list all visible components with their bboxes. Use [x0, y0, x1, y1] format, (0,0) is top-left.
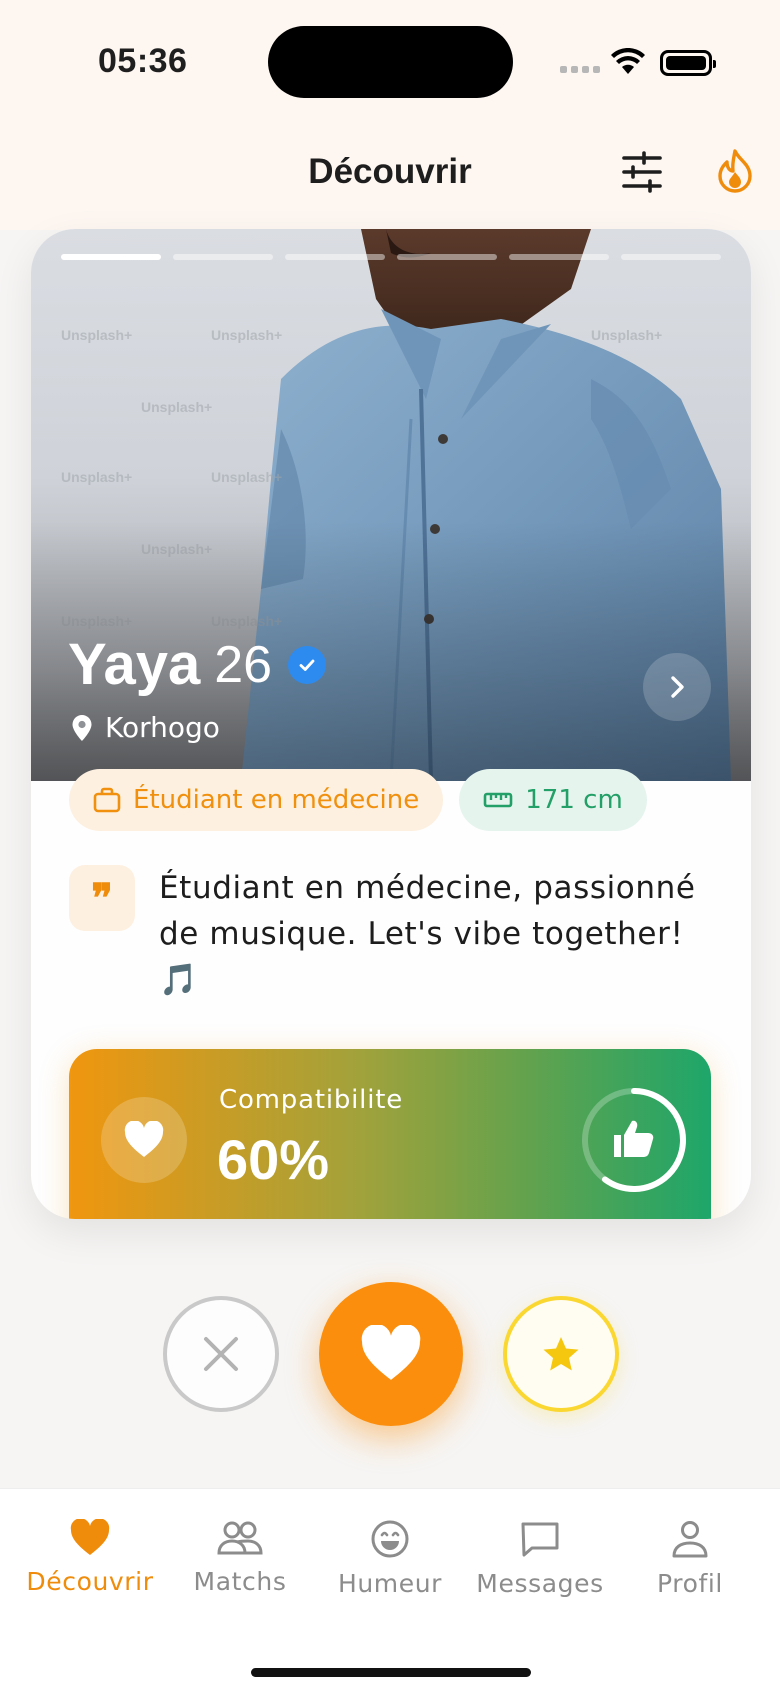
photo-progress-segment: [621, 254, 721, 260]
status-bar: 05:36: [0, 0, 780, 120]
heart-icon: [70, 1519, 110, 1555]
next-photo-button[interactable]: [643, 653, 711, 721]
profile-location: Korhogo: [71, 711, 220, 744]
job-text: Étudiant en médecine: [133, 785, 420, 815]
nav-label-profile: Profil: [657, 1569, 723, 1598]
nav-item-matches[interactable]: Matchs: [165, 1519, 315, 1596]
photo-progress-segment: [173, 254, 273, 260]
compatibility-ring: [582, 1088, 686, 1192]
profile-name-row: Yaya 26: [68, 631, 327, 698]
app-header: Découvrir: [0, 120, 780, 230]
quote-icon: ❞: [69, 865, 135, 931]
compatibility-value: 60%: [217, 1128, 330, 1191]
nav-label-matches: Matchs: [193, 1567, 287, 1596]
watermark-text: Unsplash+: [211, 327, 283, 343]
nav-item-discover[interactable]: Découvrir: [15, 1519, 165, 1596]
nav-item-mood[interactable]: Humeur: [315, 1519, 465, 1598]
briefcase-icon: [93, 787, 121, 813]
nav-item-profile[interactable]: Profil: [615, 1519, 765, 1598]
filter-sliders-icon[interactable]: [620, 150, 664, 194]
bottom-navigation: Découvrir Matchs Humeur Messages Profil: [0, 1488, 780, 1695]
dislike-button[interactable]: [163, 1296, 279, 1412]
ruler-icon: [483, 792, 513, 808]
watermark-text: Unsplash+: [61, 469, 133, 485]
profile-photo[interactable]: Unsplash+ Unsplash+ Unsplash+ Unsplash+ …: [31, 229, 751, 781]
nav-item-messages[interactable]: Messages: [465, 1519, 615, 1598]
photo-progress: [61, 254, 721, 260]
watermark-text: Unsplash+: [591, 327, 663, 343]
profile-bio: ❞ Étudiant en médecine, passionné de mus…: [69, 865, 719, 1003]
like-button[interactable]: [319, 1282, 463, 1426]
photo-progress-segment: [509, 254, 609, 260]
swipe-actions: [0, 1280, 780, 1440]
chevron-right-icon: [671, 676, 684, 698]
person-icon: [672, 1521, 708, 1558]
photo-progress-segment: [397, 254, 497, 260]
star-icon: [543, 1337, 579, 1371]
photo-progress-segment: [61, 254, 161, 260]
nav-label-messages: Messages: [476, 1569, 604, 1598]
dynamic-island: [268, 26, 513, 98]
height-chip: 171 cm: [459, 769, 647, 831]
flame-icon[interactable]: [712, 148, 758, 194]
nav-label-mood: Humeur: [337, 1569, 443, 1598]
close-icon: [204, 1337, 238, 1371]
profile-age: 26: [214, 635, 273, 694]
home-indicator: [251, 1668, 531, 1677]
smiley-icon: [371, 1520, 409, 1558]
watermark-text: Unsplash+: [61, 327, 133, 343]
location-text: Korhogo: [105, 711, 220, 744]
super-like-button[interactable]: [503, 1296, 619, 1412]
status-time: 05:36: [98, 42, 188, 80]
chat-icon: [521, 1522, 559, 1557]
bio-text: Étudiant en médecine, passionné de musiq…: [159, 870, 696, 998]
photo-progress-segment: [285, 254, 385, 260]
profile-chips: Étudiant en médecine 171 cm: [69, 769, 647, 831]
battery-icon: [660, 50, 716, 76]
nav-label-discover: Découvrir: [26, 1567, 154, 1596]
compatibility-label: Compatibilite: [219, 1085, 404, 1115]
heart-icon: [101, 1097, 187, 1183]
compatibility-card: Compatibilite 60%: [69, 1049, 711, 1219]
people-icon: [217, 1521, 263, 1555]
watermark-text: Unsplash+: [141, 399, 213, 415]
verified-badge-icon: [288, 645, 327, 684]
watermark-text: Unsplash+: [211, 469, 283, 485]
job-chip: Étudiant en médecine: [69, 769, 444, 831]
height-text: 171 cm: [525, 785, 623, 815]
cellular-signal-icon: [560, 66, 600, 73]
heart-icon: [361, 1325, 421, 1380]
profile-name: Yaya: [68, 632, 201, 697]
profile-card[interactable]: Unsplash+ Unsplash+ Unsplash+ Unsplash+ …: [31, 229, 751, 1219]
thumbs-up-icon: [614, 1120, 654, 1157]
wifi-icon: [611, 48, 645, 74]
location-pin-icon: [72, 714, 92, 741]
